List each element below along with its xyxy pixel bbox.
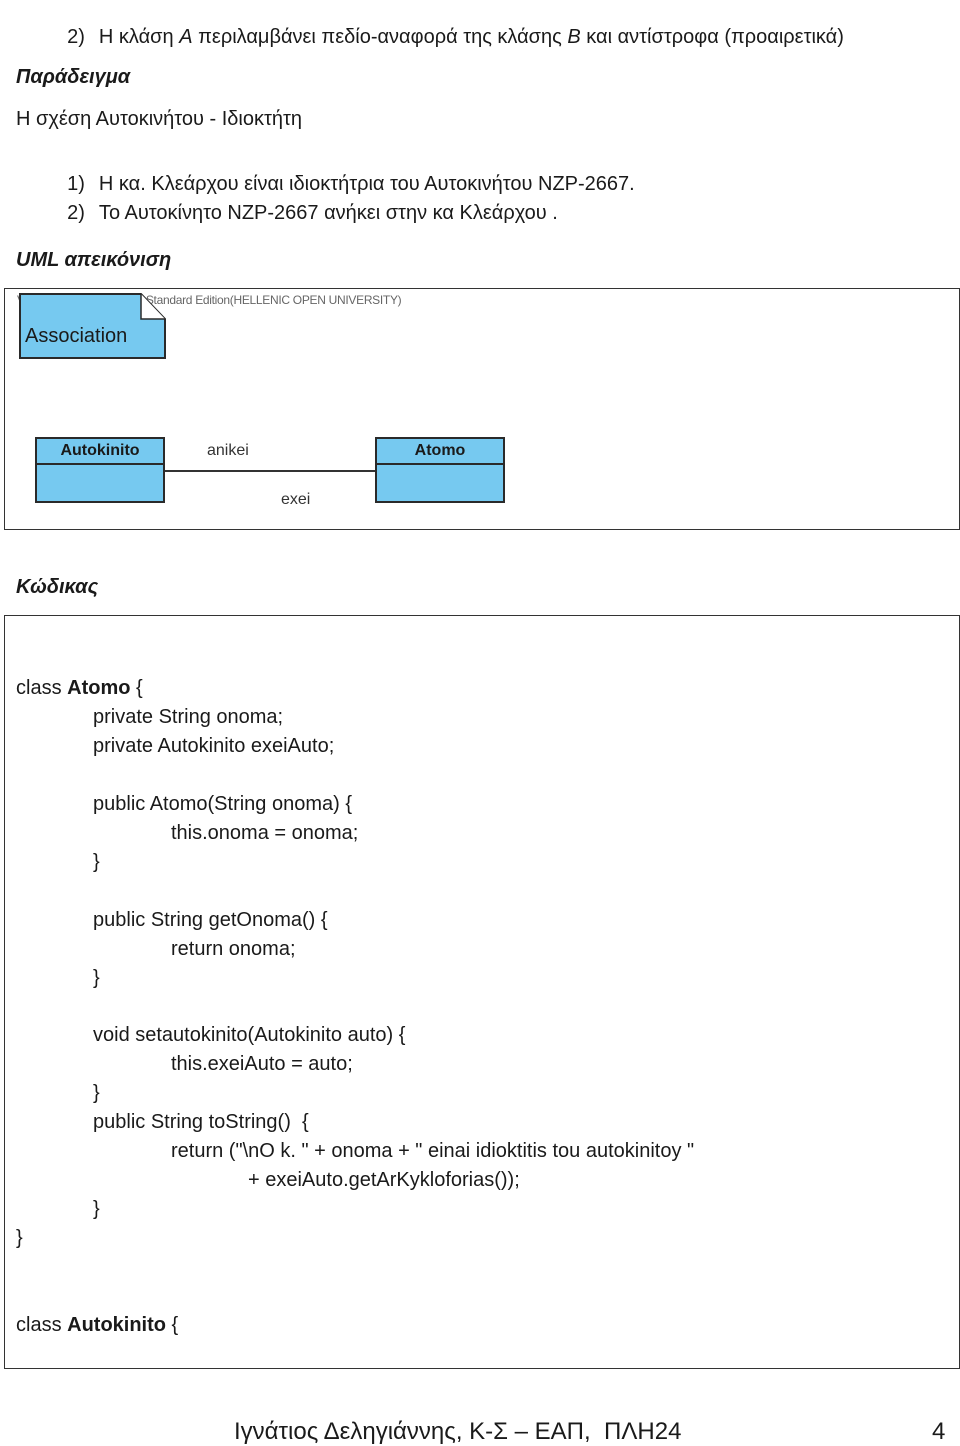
code-line: }: [93, 967, 100, 989]
code-line: }: [93, 1198, 100, 1220]
code-line: public String getOnoma() {: [93, 909, 328, 931]
code-line: }: [16, 1227, 23, 1249]
association-label-top: anikei: [207, 442, 249, 459]
code-line: this.onoma = onoma;: [171, 822, 359, 844]
item-number: 2): [67, 202, 85, 224]
code-line: }: [93, 1082, 100, 1104]
item-text: περιλαμβάνει πεδίο-αναφορά της κλάσης: [192, 26, 568, 48]
uml-diagram: Visual Paradigm for UML Standard Edition…: [4, 288, 960, 530]
code-line: private Autokinito exeiAuto;: [93, 735, 335, 757]
example-item-2: 2) Το Αυτοκίνητο ΝΖΡ-2667 ανήκει στην κα …: [56, 179, 558, 225]
class-name: Autokinito: [37, 439, 163, 465]
class-b: B: [567, 26, 581, 48]
code-line: }: [93, 851, 100, 873]
class-name: Atomo: [377, 439, 503, 465]
code-line: class Autokinito {: [16, 1314, 179, 1336]
code-line: class Atomo {: [16, 677, 143, 699]
item-number: 2): [67, 26, 85, 48]
class-a: A: [179, 26, 193, 48]
code-line: public String toString() {: [93, 1111, 309, 1133]
code-line: return ("\nO k. " + onoma + " einai idio…: [171, 1140, 695, 1162]
code-line: this.exeiAuto = auto;: [171, 1053, 353, 1075]
association-label-bottom: exei: [281, 491, 311, 508]
item-text: Η κλάση: [98, 26, 180, 48]
class-autokinito: Autokinito: [35, 437, 165, 503]
code-line: + exeiAuto.getArKykloforias());: [248, 1169, 520, 1191]
item-text: και αντίστροφα (προαιρετικά): [580, 26, 844, 48]
page-number: 4: [932, 1418, 946, 1445]
code-line: private String onoma;: [93, 706, 284, 728]
note-label: Association: [25, 325, 128, 347]
code-line: public Atomo(String onoma) {: [93, 793, 353, 815]
code-block: [4, 615, 960, 1369]
uml-heading: UML απεικόνιση: [16, 249, 172, 271]
code-line: void setautokinito(Autokinito auto) {: [93, 1024, 406, 1046]
intro-item-2: 2) Η κλάση A περιλαμβάνει πεδίο-αναφορά τ…: [56, 3, 844, 49]
item-text: Το Αυτοκίνητο ΝΖΡ-2667 ανήκει στην κα Κλ…: [98, 202, 558, 224]
footer-author: Ιγνάτιος Δεληγιάννης, Κ-Σ – ΕΑΠ, ΠΛΗ24: [234, 1418, 682, 1445]
relation-text: Η σχέση Αυτοκινήτου - Ιδιοκτήτη: [16, 108, 303, 130]
code-line: return onoma;: [171, 938, 296, 960]
example-heading: Παράδειγμα: [16, 66, 131, 88]
class-atomo: Atomo: [375, 437, 505, 503]
code-heading: Κώδικας: [16, 576, 99, 598]
association-line: [165, 470, 375, 472]
